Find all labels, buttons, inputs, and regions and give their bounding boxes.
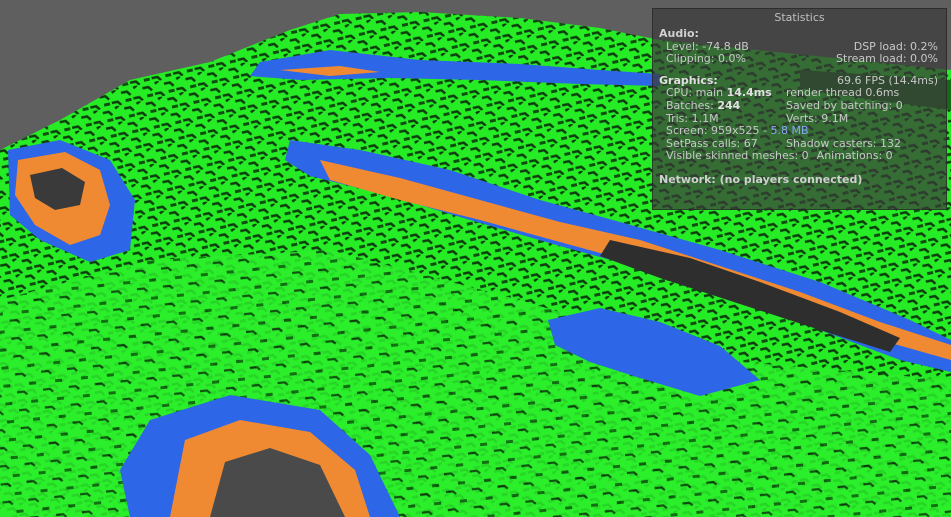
screen: Screen: 959x525 - 5.8 MB (666, 124, 809, 138)
animations: Animations: 0 (816, 149, 893, 163)
graphics-screen-row: Screen: 959x525 - 5.8 MB (653, 124, 946, 138)
graphics-batches-row: Batches: 244 Saved by batching: 0 (653, 98, 946, 113)
statistics-title: Statistics (774, 11, 825, 24)
cpu-label: CPU: main (666, 86, 724, 100)
audio-stream-label: Stream load: (836, 52, 907, 66)
graphics-batches: Batches: 244 (666, 98, 786, 113)
batches-value: 244 (717, 98, 741, 112)
network-header: Network: (no players connected) (659, 172, 863, 186)
screen-label: Screen: 959x525 - (666, 124, 767, 138)
screen-memory: 5.8 MB (770, 124, 809, 138)
audio-level-label: Level: (666, 39, 699, 53)
audio-row-2: Clipping: 0.0% Stream load: 0.0% (653, 52, 946, 66)
audio-level-value: -74.8 dB (702, 39, 749, 53)
audio-dsp-value: 0.2% (910, 39, 938, 53)
audio-clipping: Clipping: 0.0% (666, 52, 746, 66)
skinned-meshes: Visible skinned meshes: 0 (666, 149, 809, 163)
audio-dsp-label: DSP load: (853, 39, 907, 53)
cpu-main-value: 14.4ms (726, 86, 772, 100)
audio-clipping-value: 0.0% (717, 52, 746, 66)
saved-by-batching: Saved by batching: 0 (786, 98, 903, 112)
graphics-skinned-row: Visible skinned meshes: 0 Animations: 0 (653, 150, 946, 163)
statistics-panel: Statistics Audio: Level: -74.8 dB DSP lo… (652, 8, 947, 210)
audio-stream: Stream load: 0.0% (836, 52, 938, 66)
audio-stream-value: 0.0% (910, 52, 938, 66)
audio-clipping-label: Clipping: (666, 52, 715, 66)
batches-label: Batches: (666, 98, 714, 112)
